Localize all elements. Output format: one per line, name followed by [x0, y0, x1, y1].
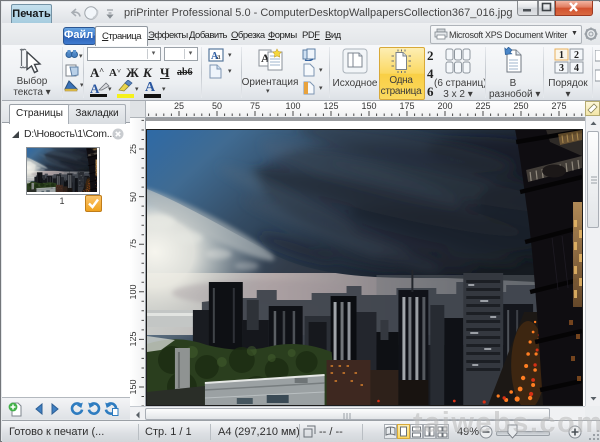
svg-text:1: 1 — [559, 50, 564, 61]
svg-text:a: a — [217, 52, 221, 61]
svg-text:25: 25 — [130, 144, 138, 154]
svg-text:75: 75 — [130, 239, 138, 249]
svg-text:4: 4 — [574, 63, 579, 74]
svg-text:50: 50 — [212, 101, 222, 111]
svg-text:225: 225 — [475, 101, 490, 111]
svg-text:125: 125 — [323, 101, 338, 111]
svg-text:2: 2 — [574, 50, 579, 61]
svg-text:100: 100 — [285, 101, 300, 111]
svg-text:150: 150 — [361, 101, 376, 111]
svg-text:75: 75 — [250, 101, 260, 111]
svg-text:3: 3 — [559, 63, 564, 74]
svg-text:150: 150 — [130, 379, 138, 394]
svg-text:200: 200 — [437, 101, 452, 111]
svg-text:125: 125 — [130, 331, 138, 346]
svg-text:275: 275 — [551, 101, 566, 111]
svg-text:250: 250 — [513, 101, 528, 111]
svg-text:50: 50 — [130, 192, 138, 202]
svg-text:25: 25 — [174, 101, 184, 111]
svg-text:175: 175 — [399, 101, 414, 111]
svg-text:100: 100 — [130, 284, 138, 299]
